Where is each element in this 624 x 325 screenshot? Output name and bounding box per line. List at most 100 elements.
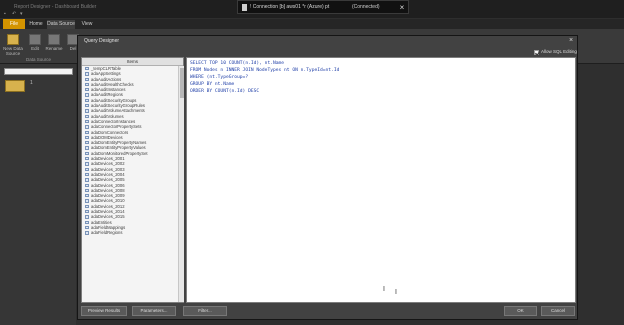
checkbox-checked-icon[interactable]: [534, 50, 539, 55]
right-panel: [578, 64, 624, 325]
query-designer-dialog: Query Designer × Allow SQL Editing Items…: [77, 35, 578, 320]
list-item-label: adaDomEntityPropertyValues: [91, 145, 146, 151]
tab-home[interactable]: Home: [28, 20, 44, 29]
tab-file[interactable]: File: [3, 19, 25, 29]
table-icon: [85, 146, 89, 150]
table-icon: [85, 178, 89, 182]
table-icon: [85, 183, 89, 187]
table-icon: [85, 77, 89, 81]
list-item-label: adaDevices_2006: [91, 182, 125, 188]
undo-icon[interactable]: ↶: [12, 11, 16, 17]
preview-results-button[interactable]: Preview Results: [81, 306, 127, 316]
dialog-title: Query Designer: [84, 38, 120, 44]
table-icon: [85, 204, 89, 209]
list-item-label: adaDevices_2001: [91, 156, 125, 162]
allow-sql-editing-checkbox[interactable]: Allow SQL Editing: [534, 49, 578, 56]
list-item-label: adaDevices_2012: [91, 203, 125, 209]
list-item-label: adaAuditSecurityGroupRules: [91, 103, 146, 109]
table-icon: [85, 172, 89, 177]
list-item-label: adaDomConnectors: [91, 129, 129, 135]
allow-sql-label: Allow SQL Editing: [541, 49, 577, 54]
table-icon: [85, 199, 89, 203]
title-bar: Report Designer - Dashboard Builder ! Co…: [0, 0, 624, 18]
folder-icon[interactable]: [5, 80, 25, 92]
tab-data-source[interactable]: Data Source: [47, 20, 75, 29]
list-item-label: adaDevices_2015: [91, 214, 125, 220]
rename-icon: [48, 34, 60, 45]
filter-button[interactable]: Filter...: [183, 306, 227, 316]
text-cursor-icon: I: [395, 289, 397, 296]
new-data-source-button[interactable]: New Data Source: [2, 32, 24, 58]
list-item-label: adaDevices_2009: [91, 193, 125, 199]
connection-icon: [242, 4, 247, 11]
table-icon: [85, 109, 89, 113]
table-icon: [85, 215, 89, 219]
close-icon[interactable]: ×: [397, 2, 407, 13]
table-icon: [85, 162, 89, 166]
sql-line: ORDER BY COUNT(n.Id) DESC: [190, 89, 260, 94]
table-icon: [85, 141, 89, 145]
app-title: Report Designer - Dashboard Builder: [14, 4, 97, 10]
data-source-panel: 1: [0, 64, 76, 325]
list-item[interactable]: adaFieldRegions: [82, 230, 178, 235]
data-source-search-input[interactable]: [4, 68, 73, 75]
list-item-label: adaConnectorPropertySets: [91, 124, 142, 130]
table-icon: [85, 119, 89, 124]
list-item-label: adaDomMonitoredPropertySet: [91, 150, 148, 156]
save-icon[interactable]: ▪: [4, 11, 6, 17]
items-header: Items: [82, 58, 183, 66]
items-scrollbar[interactable]: [178, 66, 184, 302]
list-item-label: adaAuditVolumeAttachments: [91, 108, 145, 114]
text-cursor-icon: I: [383, 286, 385, 293]
parameters-button[interactable]: Parameters...: [132, 306, 176, 316]
table-icon: [85, 93, 89, 97]
quick-access-toolbar: ▪ ↶ ▾: [0, 11, 60, 19]
items-tree: Items _tempCLRTable adaAppSettings adaAudi…: [81, 57, 184, 303]
table-icon: [85, 72, 89, 76]
list-item-label: adaAuditRegions: [91, 92, 123, 98]
list-item-label: adaDevices_2002: [91, 161, 125, 167]
chevron-down-icon[interactable]: ▾: [20, 11, 23, 17]
edit-icon: [29, 34, 41, 45]
table-icon: [85, 225, 89, 230]
sql-editor[interactable]: SELECT TOP 10 COUNT(n.Id), nt.Name FROM …: [186, 57, 576, 303]
ribbon-group-label: Data Source: [26, 57, 52, 62]
list-item-label: adaAuditActions: [91, 76, 122, 82]
scrollbar-thumb[interactable]: [180, 68, 184, 98]
sql-line: GROUP BY nt.Name: [190, 82, 235, 87]
table-icon: [85, 130, 89, 134]
list-item-label: _tempCLRTable: [91, 66, 121, 71]
list-item-label: adaDevices_2005: [91, 177, 125, 183]
ribbon-tabs: File Home Data Source View: [0, 19, 624, 29]
table-icon: [85, 167, 89, 171]
list-item-label: adaConnectorInstances: [91, 118, 136, 124]
sql-line: FROM Nodes n INNER JOIN NodeTypes nt ON …: [190, 68, 340, 73]
table-icon: [85, 104, 89, 108]
list-item-label: adaDOMDevices: [91, 134, 123, 140]
data-source-item[interactable]: 1: [30, 80, 33, 86]
table-icon: [85, 88, 89, 92]
list-item-label: adaDevices_2004: [91, 171, 125, 177]
app-window: Report Designer - Dashboard Builder ! Co…: [0, 0, 624, 325]
table-icon: [85, 194, 89, 198]
list-item-label: adaAuditInstances: [91, 87, 126, 93]
table-icon: [85, 125, 89, 129]
tab-view[interactable]: View: [79, 20, 95, 29]
table-icon: [85, 220, 89, 224]
list-item-label: adaAuditSecurityGroups: [91, 97, 137, 103]
close-icon[interactable]: ×: [565, 36, 577, 46]
cancel-button[interactable]: Cancel: [541, 306, 575, 316]
remote-connection-bar[interactable]: ! Connection [b] aws01 *r (Azure) pt (Co…: [237, 0, 409, 14]
table-icon: [85, 135, 89, 140]
list-item-label: adaDevices_2010: [91, 198, 125, 204]
ok-button[interactable]: OK: [504, 306, 537, 316]
list-item-label: adaAuditVolumes: [91, 113, 124, 119]
connection-title: ! Connection [b] aws01 *r (Azure) pt: [250, 4, 330, 10]
list-item-label: adaFieldMappings: [91, 224, 126, 230]
table-icon: [85, 82, 89, 87]
table-icon: [85, 157, 89, 161]
table-icon: [85, 67, 89, 71]
connection-status: (Connected): [352, 4, 380, 10]
list-item-label: adaDevices_2008: [91, 187, 125, 193]
list-item-label: adaAuditHealthChecks: [91, 81, 134, 87]
